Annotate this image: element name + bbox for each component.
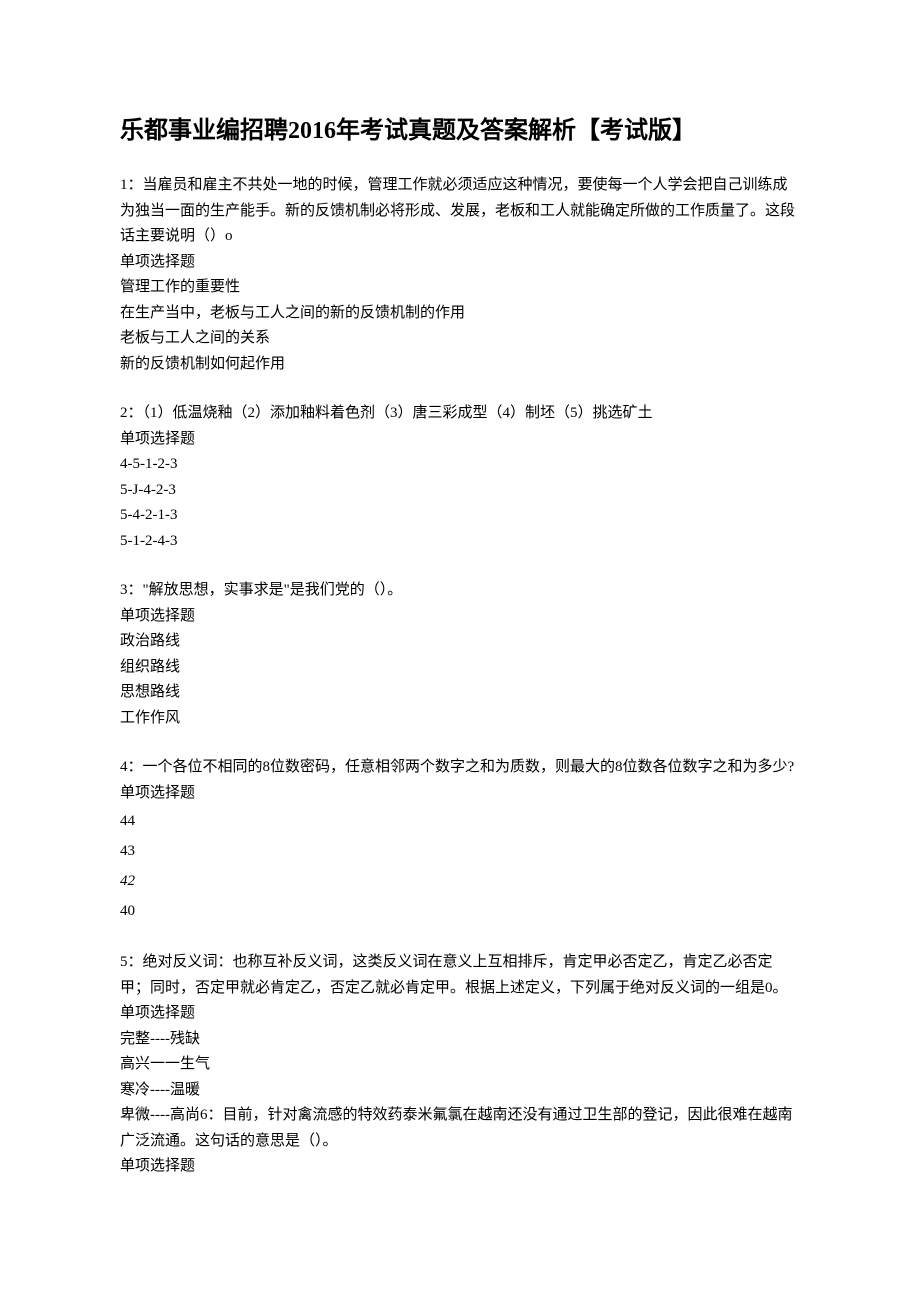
option: 管理工作的重要性: [120, 275, 800, 301]
option: 42: [120, 866, 800, 896]
option: 寒冷----温暖: [120, 1078, 800, 1104]
option: 政治路线: [120, 629, 800, 655]
option: 完整----残缺: [120, 1027, 800, 1053]
question-prompt: 5：绝对反义词：也称互补反义词，这类反义词在意义上互相排斥，肯定甲必否定乙，肯定…: [120, 950, 800, 1001]
question-type-label: 单项选择题: [120, 604, 800, 630]
question-prompt: 4：一个各位不相同的8位数密码，任意相邻两个数字之和为质数，则最大的8位数各位数…: [120, 755, 800, 781]
question-5: 5：绝对反义词：也称互补反义词，这类反义词在意义上互相排斥，肯定甲必否定乙，肯定…: [120, 950, 800, 1180]
option: 40: [120, 896, 800, 926]
question-prompt: 3："解放思想，实事求是"是我们党的（）。: [120, 578, 800, 604]
question-1: 1：当雇员和雇主不共处一地的时候，管理工作就必须适应这种情况，要使每一个人学会把…: [120, 173, 800, 377]
option: 4-5-1-2-3: [120, 452, 800, 478]
option: 44: [120, 806, 800, 836]
question-type-label: 单项选择题: [120, 427, 800, 453]
option: 高兴一一生气: [120, 1052, 800, 1078]
option: 卑微----高尚6：目前，针对禽流感的特效药泰米氟氯在越南还没有通过卫生部的登记…: [120, 1103, 800, 1154]
option: 5-1-2-4-3: [120, 529, 800, 555]
option: 在生产当中，老板与工人之间的新的反馈机制的作用: [120, 301, 800, 327]
option: 新的反馈机制如何起作用: [120, 352, 800, 378]
option: 思想路线: [120, 680, 800, 706]
question-2: 2：（1）低温烧釉（2）添加釉料着色剂（3）唐三彩成型（4）制坯（5）挑选矿土 …: [120, 401, 800, 554]
question-type-label: 单项选择题: [120, 1154, 800, 1180]
option: 5-J-4-2-3: [120, 478, 800, 504]
option: 43: [120, 836, 800, 866]
option: 老板与工人之间的关系: [120, 326, 800, 352]
option: 5-4-2-1-3: [120, 503, 800, 529]
page-title: 乐都事业编招聘2016年考试真题及答案解析【考试版】: [120, 110, 800, 145]
question-prompt: 1：当雇员和雇主不共处一地的时候，管理工作就必须适应这种情况，要使每一个人学会把…: [120, 173, 800, 250]
question-type-label: 单项选择题: [120, 250, 800, 276]
question-prompt: 2：（1）低温烧釉（2）添加釉料着色剂（3）唐三彩成型（4）制坯（5）挑选矿土: [120, 401, 800, 427]
question-type-label: 单项选择题: [120, 1001, 800, 1027]
question-4: 4：一个各位不相同的8位数密码，任意相邻两个数字之和为质数，则最大的8位数各位数…: [120, 755, 800, 926]
question-type-label: 单项选择题: [120, 781, 800, 807]
option: 工作作风: [120, 706, 800, 732]
option: 组织路线: [120, 655, 800, 681]
question-3: 3："解放思想，实事求是"是我们党的（）。 单项选择题 政治路线 组织路线 思想…: [120, 578, 800, 731]
